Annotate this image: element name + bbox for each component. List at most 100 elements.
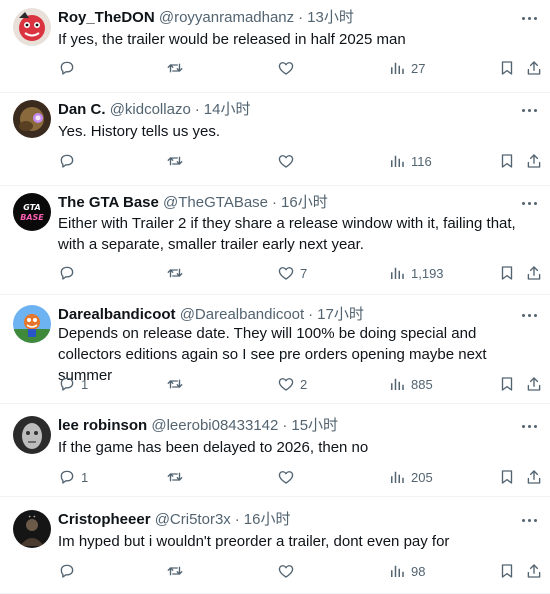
display-name[interactable]: Cristopheeer	[58, 511, 151, 528]
share-button[interactable]	[525, 58, 543, 78]
like-button[interactable]	[277, 561, 300, 581]
action-bar: 7 1,193	[58, 263, 542, 283]
avatar[interactable]: GTA BASE	[13, 193, 51, 231]
user-handle[interactable]: @kidcollazo	[110, 101, 191, 118]
share-button[interactable]	[525, 374, 543, 394]
repost-button[interactable]	[166, 151, 189, 171]
timestamp[interactable]: 16小时	[244, 511, 291, 528]
display-name[interactable]: lee robinson	[58, 417, 147, 434]
bookmark-icon	[498, 264, 516, 282]
more-options-icon[interactable]	[518, 308, 540, 322]
tweet-header: Roy_TheDON @royyanramadhanz · 13小时	[58, 8, 354, 27]
views-button[interactable]: 116	[388, 151, 432, 171]
reply-tweet[interactable]: GTA BASE The GTA Base @TheGTABase · 16小时 Eith…	[0, 186, 550, 295]
avatar[interactable]	[13, 305, 51, 343]
reply-button[interactable]: 1	[58, 467, 88, 487]
avatar[interactable]	[13, 416, 51, 454]
like-button[interactable]: 2	[277, 374, 307, 394]
reply-button[interactable]	[58, 263, 81, 283]
repost-button[interactable]	[166, 561, 189, 581]
bookmark-icon	[498, 375, 516, 393]
separator-dot: ·	[282, 417, 288, 434]
avatar[interactable]	[13, 100, 51, 138]
avatar[interactable]: ✦ ✦	[13, 510, 51, 548]
share-button[interactable]	[525, 263, 543, 283]
timestamp[interactable]: 13小时	[307, 9, 354, 26]
repost-button[interactable]	[166, 263, 189, 283]
user-handle[interactable]: @leerobi08433142	[151, 417, 278, 434]
user-handle[interactable]: @royyanramadhanz	[159, 9, 294, 26]
bookmark-icon	[498, 59, 516, 77]
display-name[interactable]: The GTA Base	[58, 194, 159, 211]
reply-tweet[interactable]: lee robinson @leerobi08433142 · 15小时 If the…	[0, 404, 550, 497]
display-name[interactable]: Roy_TheDON	[58, 9, 155, 26]
views-button[interactable]: 885	[388, 374, 433, 394]
reply-button[interactable]	[58, 561, 81, 581]
reply-icon	[58, 59, 76, 77]
user-handle[interactable]: @TheGTABase	[163, 194, 268, 211]
svg-text:✦ ✦: ✦ ✦	[28, 514, 37, 519]
display-name[interactable]: Dan C.	[58, 101, 106, 118]
more-options-icon[interactable]	[518, 196, 540, 210]
repost-button[interactable]	[166, 374, 189, 394]
bookmark-button[interactable]	[498, 58, 516, 78]
share-button[interactable]	[525, 561, 543, 581]
tweet-text: Yes. History tells us yes.	[58, 123, 221, 140]
reply-button[interactable]: 1	[58, 374, 88, 394]
reply-tweet[interactable]: ✦ ✦ Cristopheeer @Cri5tor3x · 16小时 Im hyped …	[0, 497, 550, 594]
share-button[interactable]	[525, 151, 543, 171]
repost-icon	[166, 152, 184, 170]
reply-tweet[interactable]: Roy_TheDON @royyanramadhanz · 13小时 If yes, …	[0, 0, 550, 93]
tweet-text: If the game has been delayed to 2026, th…	[58, 439, 369, 456]
views-button[interactable]: 1,193	[388, 263, 444, 283]
reply-button[interactable]	[58, 151, 81, 171]
count: 7	[300, 265, 308, 281]
share-button[interactable]	[525, 467, 543, 487]
more-options-icon[interactable]	[518, 513, 540, 527]
repost-button[interactable]	[166, 467, 189, 487]
bookmark-button[interactable]	[498, 374, 516, 394]
tweet-header: Darealbandicoot @Darealbandicoot · 17小时	[58, 305, 364, 324]
like-button[interactable]: 7	[277, 263, 307, 283]
share-icon	[525, 468, 543, 486]
more-options-icon[interactable]	[518, 11, 540, 25]
views-button[interactable]: 205	[388, 467, 433, 487]
views-button[interactable]: 98	[388, 561, 425, 581]
bookmark-button[interactable]	[498, 263, 516, 283]
reply-tweet[interactable]: Darealbandicoot @Darealbandicoot · 17小时 Dep…	[0, 295, 550, 404]
user-handle[interactable]: @Cri5tor3x	[155, 511, 231, 528]
more-options-icon[interactable]	[518, 103, 540, 117]
reply-icon	[58, 264, 76, 282]
bar-chart-icon	[388, 152, 406, 170]
bookmark-button[interactable]	[498, 561, 516, 581]
views-button[interactable]: 27	[388, 58, 425, 78]
separator-dot: ·	[298, 9, 304, 26]
bar-chart-icon	[388, 264, 406, 282]
like-button[interactable]	[277, 467, 300, 487]
separator-dot: ·	[272, 194, 278, 211]
timestamp[interactable]: 17小时	[317, 306, 364, 323]
action-bar: 116	[58, 151, 542, 171]
reply-tweet[interactable]: Dan C. @kidcollazo · 14小时 Yes. History tell…	[0, 93, 550, 186]
reply-icon	[58, 375, 76, 393]
timestamp[interactable]: 16小时	[281, 194, 328, 211]
display-name[interactable]: Darealbandicoot	[58, 306, 176, 323]
user-handle[interactable]: @Darealbandicoot	[180, 306, 304, 323]
bar-chart-icon	[388, 375, 406, 393]
reply-button[interactable]	[58, 58, 81, 78]
like-button[interactable]	[277, 151, 300, 171]
repost-button[interactable]	[166, 58, 189, 78]
like-button[interactable]	[277, 58, 300, 78]
repost-icon	[166, 468, 184, 486]
bookmark-button[interactable]	[498, 151, 516, 171]
more-options-icon[interactable]	[518, 419, 540, 433]
reply-icon	[58, 562, 76, 580]
share-icon	[525, 264, 543, 282]
avatar[interactable]	[13, 8, 51, 46]
timestamp[interactable]: 15小时	[291, 417, 338, 434]
bookmark-button[interactable]	[498, 467, 516, 487]
timestamp[interactable]: 14小时	[204, 101, 251, 118]
count: 2	[300, 376, 308, 392]
reply-icon	[58, 152, 76, 170]
bar-chart-icon	[388, 59, 406, 77]
